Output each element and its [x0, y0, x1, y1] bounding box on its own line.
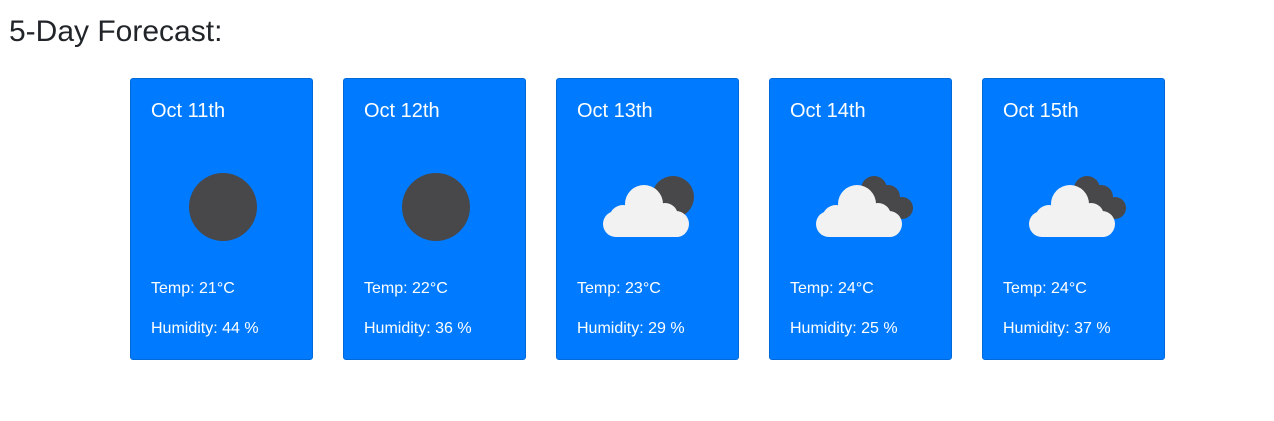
forecast-date: Oct 14th	[790, 100, 866, 122]
forecast-card: Oct 15th Temp: 24°C Humidity: 37 %	[982, 78, 1165, 360]
forecast-temp: Temp: 22°C	[364, 280, 448, 297]
partly-cloudy-night-icon	[603, 176, 694, 237]
forecast-date: Oct 12th	[364, 100, 440, 122]
forecast-humidity: Humidity: 29 %	[577, 320, 685, 337]
forecast-humidity: Humidity: 44 %	[151, 320, 259, 337]
forecast-humidity: Humidity: 25 %	[790, 320, 898, 337]
forecast-date: Oct 15th	[1003, 100, 1079, 122]
forecast-card: Oct 11th Temp: 21°C Humidity: 44 %	[130, 78, 313, 360]
forecast-temp: Temp: 24°C	[1003, 280, 1087, 297]
clear-night-icon	[189, 173, 257, 241]
broken-clouds-night-icon	[816, 176, 913, 237]
forecast-temp: Temp: 24°C	[790, 280, 874, 297]
forecast-date: Oct 13th	[577, 100, 653, 122]
forecast-card: Oct 14th Temp: 24°C Humidity: 25 %	[769, 78, 952, 360]
broken-clouds-night-icon	[1029, 176, 1126, 237]
clear-night-icon	[402, 173, 470, 241]
forecast-card: Oct 13th Temp: 23°C Humidity: 29 %	[556, 78, 739, 360]
forecast-date: Oct 11th	[151, 100, 226, 122]
forecast-temp: Temp: 21°C	[151, 280, 235, 297]
forecast-card-list: Oct 11th Temp: 21°C Humidity: 44 % Oct 1…	[130, 78, 1165, 360]
page-title: 5-Day Forecast:	[9, 15, 223, 48]
forecast-temp: Temp: 23°C	[577, 280, 661, 297]
forecast-humidity: Humidity: 36 %	[364, 320, 472, 337]
forecast-humidity: Humidity: 37 %	[1003, 320, 1111, 337]
forecast-card: Oct 12th Temp: 22°C Humidity: 36 %	[343, 78, 526, 360]
